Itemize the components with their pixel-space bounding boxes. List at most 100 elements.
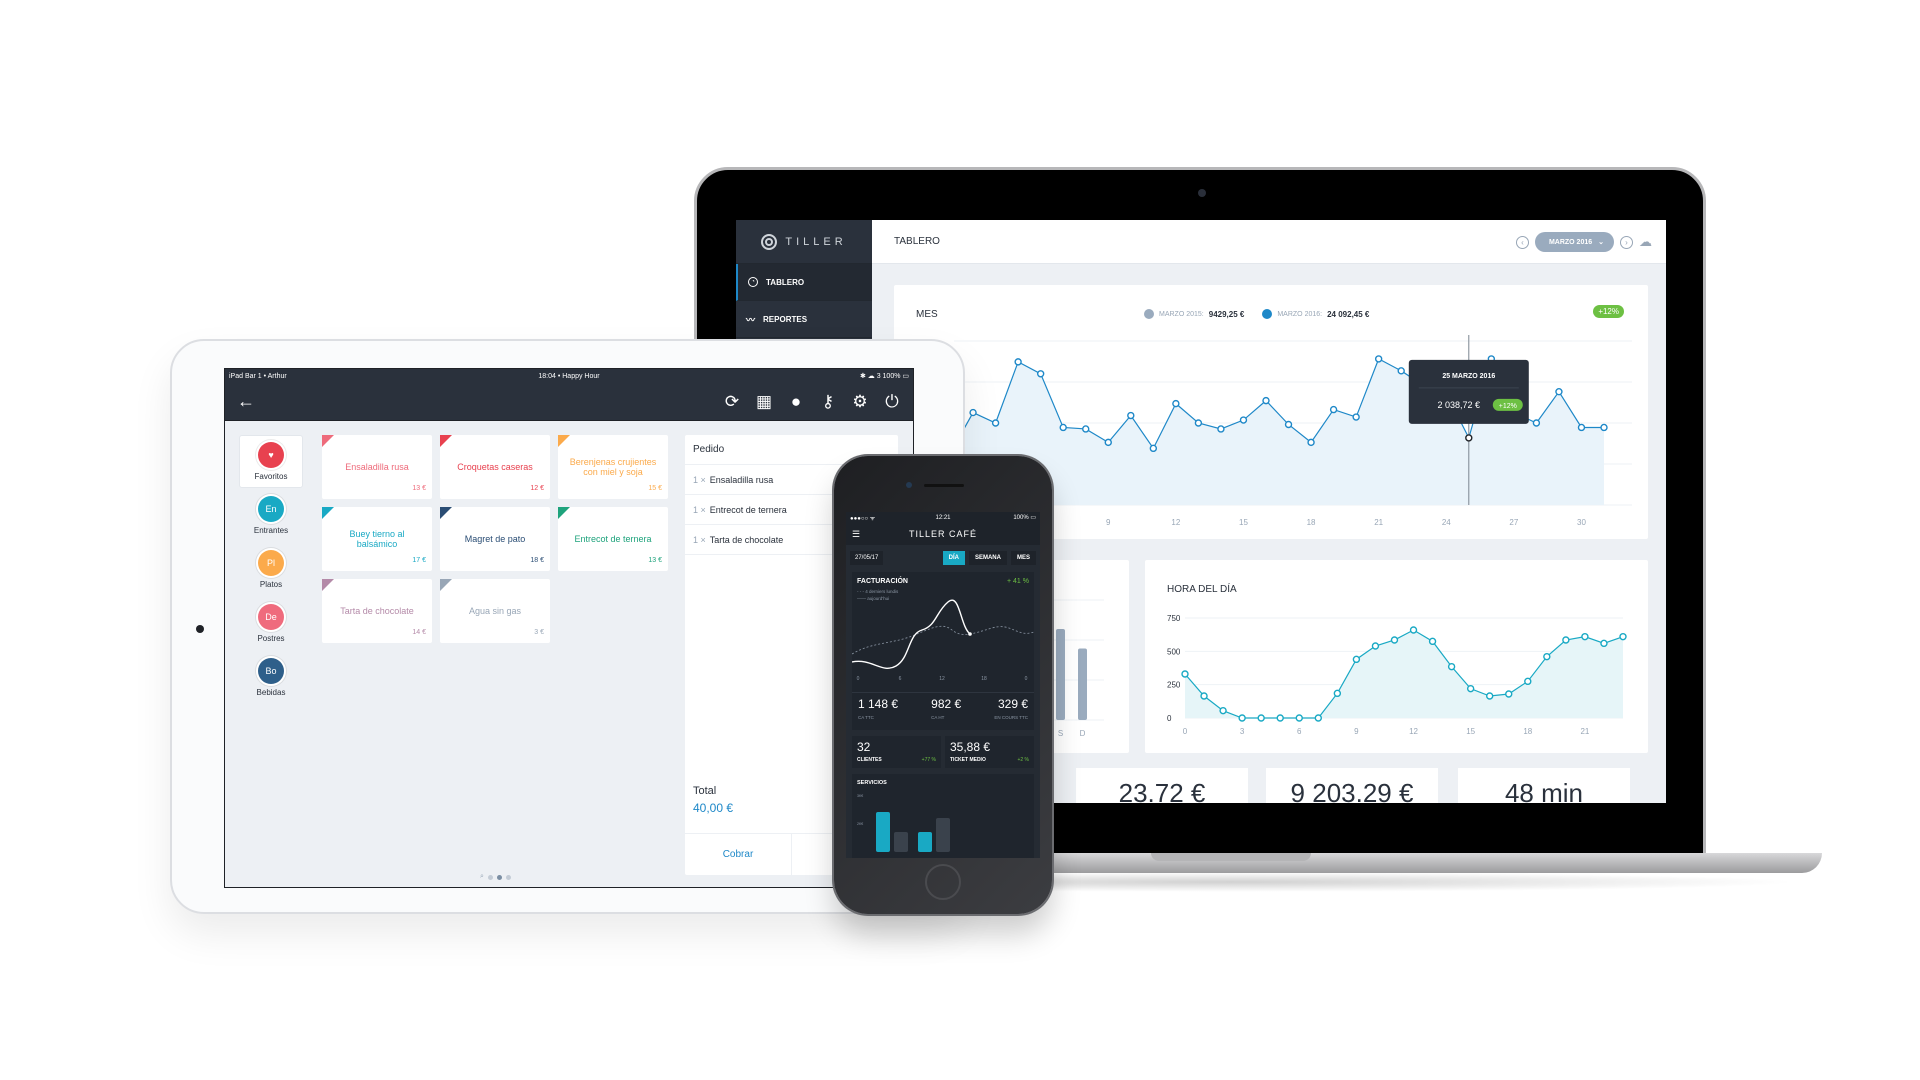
cobrar-button[interactable]: Cobrar bbox=[685, 834, 791, 875]
month-selector[interactable]: MARZO 2016 ⌄ bbox=[1534, 232, 1614, 252]
data-point bbox=[1149, 444, 1158, 453]
data-point bbox=[1262, 396, 1270, 405]
tiller-logo-icon bbox=[761, 233, 778, 250]
calendar-icon[interactable]: ▦ bbox=[755, 392, 773, 412]
sidebar-item-reportes[interactable]: 〰 REPORTES bbox=[736, 301, 872, 338]
home-button[interactable] bbox=[925, 864, 961, 900]
sidebar-item-tablero[interactable]: ◔ TABLERO bbox=[736, 264, 872, 301]
status-bar: iPad Bar 1 • Arthur 18:04 • Happy Hour ✱… bbox=[225, 369, 913, 383]
x-tick-label: 15 bbox=[1239, 518, 1248, 527]
data-point bbox=[1465, 434, 1473, 442]
product-name: Berenjenas crujientes con miel y soja bbox=[569, 456, 657, 477]
total-label: Total bbox=[693, 785, 717, 797]
data-point bbox=[1485, 692, 1494, 700]
data-point bbox=[1219, 706, 1227, 715]
data-point bbox=[1524, 677, 1532, 686]
tooltip-value: 2 038,72 € bbox=[1438, 400, 1481, 410]
x-tick-label: 12 bbox=[939, 676, 945, 682]
tab-semana[interactable]: SEMANA bbox=[968, 551, 1007, 565]
data-point bbox=[1104, 438, 1112, 447]
page-indicator[interactable]: ⌕ bbox=[480, 873, 511, 881]
category-entrantes[interactable]: En Entrantes bbox=[239, 489, 303, 542]
key-icon[interactable]: ⚷ bbox=[819, 392, 837, 412]
kpi-value: 35,88 € bbox=[950, 740, 991, 754]
x-tick-label: 0 bbox=[1183, 727, 1188, 736]
weekday-bar bbox=[1056, 629, 1065, 720]
data-point bbox=[1428, 637, 1437, 646]
x-tick-label: 21 bbox=[1374, 518, 1383, 527]
sidebar-item-label: REPORTES bbox=[763, 314, 808, 324]
category-favoritos[interactable]: ♥ Favoritos bbox=[239, 435, 303, 488]
data-point bbox=[1532, 419, 1541, 427]
x-tick-label: S bbox=[1058, 729, 1063, 738]
chevron-left-icon[interactable]: ‹ bbox=[1515, 235, 1529, 249]
chat-icon[interactable]: ● bbox=[787, 392, 805, 412]
servicio-bar bbox=[936, 818, 950, 852]
data-point bbox=[1217, 425, 1225, 433]
arrow-left-icon[interactable]: ← bbox=[237, 391, 255, 412]
product-tile[interactable]: Tarta de chocolate 14 € bbox=[322, 579, 432, 643]
signal-icon: ●●●○○ ᯤ bbox=[850, 515, 876, 522]
product-color-flag bbox=[558, 507, 570, 519]
tab-mes[interactable]: MES bbox=[1010, 551, 1036, 565]
series-endpoint bbox=[968, 632, 972, 636]
product-name: Ensaladilla rusa bbox=[345, 461, 409, 472]
menu-icon[interactable]: ☰ bbox=[852, 529, 861, 540]
data-point bbox=[969, 408, 977, 417]
product-color-flag bbox=[322, 435, 334, 447]
kpi-clientes: 32 CLIENTES +77 % bbox=[852, 736, 941, 768]
category-postres[interactable]: De Postres bbox=[239, 597, 303, 650]
product-price: 15 € bbox=[648, 484, 662, 492]
x-tick-label: 12 bbox=[1409, 727, 1418, 736]
data-point bbox=[1397, 367, 1405, 375]
cloud-download-icon[interactable]: ☁ bbox=[1639, 234, 1652, 250]
power-icon[interactable]: ⏻ bbox=[883, 392, 901, 412]
activity-icon: 〰 bbox=[746, 314, 756, 325]
dashboard-icon: ◔ bbox=[748, 277, 758, 287]
order-qty: 1 × bbox=[693, 534, 706, 545]
data-point bbox=[1352, 413, 1360, 421]
product-price: 14 € bbox=[412, 628, 426, 636]
sidebar-item-label: TABLERO bbox=[766, 277, 805, 287]
category-badge: Pl bbox=[258, 550, 284, 576]
dashed-series-line bbox=[852, 625, 1034, 655]
product-tile[interactable]: Entrecot de ternera 13 € bbox=[558, 507, 668, 571]
product-tile[interactable]: Buey tierno al balsámico 17 € bbox=[322, 507, 432, 571]
brand-logo: TILLER bbox=[736, 220, 872, 264]
x-tick-label: 12 bbox=[1171, 518, 1180, 527]
data-point bbox=[1059, 423, 1067, 432]
phone-title: TILLER CAFÉ bbox=[908, 529, 977, 539]
data-point bbox=[1333, 689, 1342, 698]
toolbar-icons: ⟳ ▦ ● ⚷ ⚙ ⏻ bbox=[723, 392, 901, 412]
category-label: Entrantes bbox=[253, 526, 289, 535]
facturacion-card: FACTURACIÓN + 41 % - - - 4 derniers lund… bbox=[852, 572, 1034, 692]
data-point bbox=[1329, 405, 1338, 414]
product-grid: Ensaladilla rusa 13 € Croquetas caseras 12 … bbox=[322, 435, 668, 643]
chart-tooltip: 25 MARZO 2016 2 038,72 € +12% bbox=[1408, 359, 1529, 424]
servicios-ylabel: 2K€ bbox=[857, 822, 864, 826]
gear-icon[interactable]: ⚙ bbox=[851, 392, 869, 412]
solid-series-line bbox=[852, 599, 971, 669]
date-picker[interactable]: 27/05/17 bbox=[850, 551, 884, 565]
kpi-value: 48 min bbox=[1504, 778, 1584, 803]
period-controls: ‹ MARZO 2016 ⌄ › ☁ bbox=[1515, 232, 1652, 252]
order-item: Entrecot de ternera bbox=[709, 504, 787, 515]
product-tile[interactable]: Berenjenas crujientes con miel y soja 15 … bbox=[558, 435, 668, 499]
product-tile[interactable]: Ensaladilla rusa 13 € bbox=[322, 435, 432, 499]
category-bebidas[interactable]: Bo Bebidas bbox=[239, 651, 303, 704]
kpi-ticket-medio: 35,88 € TICKET MEDIO +2 % bbox=[945, 736, 1034, 768]
sync-icon[interactable]: ⟳ bbox=[723, 392, 741, 412]
ipad-camera bbox=[196, 625, 204, 633]
x-tick-label: 27 bbox=[1509, 518, 1518, 527]
heart-icon: ♥ bbox=[258, 442, 284, 468]
product-tile[interactable]: Agua sin gas 3 € bbox=[440, 579, 550, 643]
product-tile[interactable]: Magret de pato 18 € bbox=[440, 507, 550, 571]
revenue-label: EN COURS TTC bbox=[994, 715, 1028, 720]
product-tile[interactable]: Croquetas caseras 12 € bbox=[440, 435, 550, 499]
servicios-ylabel: 3K€ bbox=[857, 794, 864, 798]
category-platos[interactable]: Pl Platos bbox=[239, 543, 303, 596]
phone-header: ☰ TILLER CAFÉ bbox=[846, 523, 1040, 545]
tab-dia[interactable]: DÍA bbox=[942, 551, 965, 565]
product-price: 17 € bbox=[412, 556, 426, 564]
chevron-right-icon[interactable]: › bbox=[1620, 235, 1633, 249]
